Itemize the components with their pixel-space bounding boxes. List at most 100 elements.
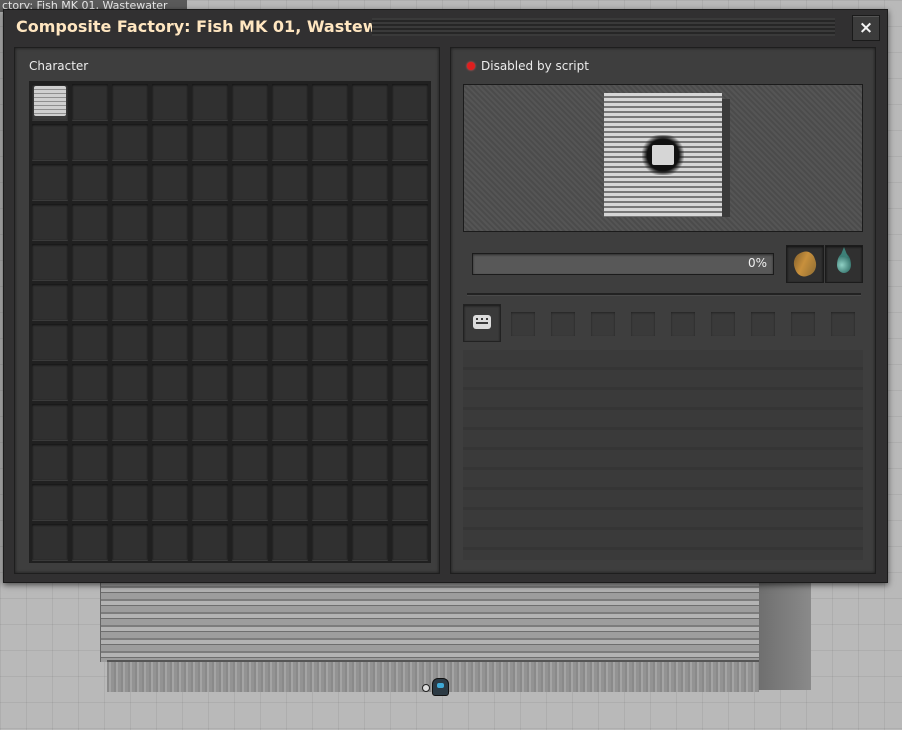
- empty-module-slot[interactable]: [831, 312, 855, 336]
- inventory-slot[interactable]: [32, 324, 68, 360]
- inventory-slot[interactable]: [392, 124, 428, 160]
- inventory-slot[interactable]: [392, 164, 428, 200]
- inventory-slot[interactable]: [192, 444, 228, 480]
- inventory-slot[interactable]: [392, 364, 428, 400]
- inventory-slot[interactable]: [112, 244, 148, 280]
- inventory-slot[interactable]: [352, 324, 388, 360]
- inventory-slot[interactable]: [352, 244, 388, 280]
- inventory-slot[interactable]: [312, 204, 348, 240]
- inventory-slot[interactable]: [112, 324, 148, 360]
- inventory-slot[interactable]: [272, 124, 308, 160]
- window-titlebar[interactable]: Composite Factory: Fish MK 01, Wastewate…: [4, 10, 887, 43]
- drag-handle[interactable]: [372, 18, 835, 36]
- inventory-slot[interactable]: [32, 404, 68, 440]
- inventory-slot[interactable]: [152, 524, 188, 560]
- inventory-slot[interactable]: [232, 204, 268, 240]
- inventory-slot[interactable]: [152, 324, 188, 360]
- inventory-slot[interactable]: [312, 364, 348, 400]
- empty-module-slot[interactable]: [551, 312, 575, 336]
- inventory-slot[interactable]: [72, 284, 108, 320]
- composite-factory-building[interactable]: [100, 580, 767, 662]
- inventory-slot[interactable]: [392, 524, 428, 560]
- inventory-slot[interactable]: [312, 124, 348, 160]
- inventory-slot[interactable]: [192, 284, 228, 320]
- inventory-slot[interactable]: [352, 524, 388, 560]
- inventory-slot[interactable]: [192, 524, 228, 560]
- inventory-slot[interactable]: [392, 404, 428, 440]
- inventory-slot[interactable]: [272, 404, 308, 440]
- output-slot-fish[interactable]: [786, 245, 824, 283]
- inventory-slot[interactable]: [272, 444, 308, 480]
- inventory-slot[interactable]: [192, 324, 228, 360]
- inventory-slot[interactable]: [232, 324, 268, 360]
- inventory-slot[interactable]: [352, 84, 388, 120]
- inventory-slot[interactable]: [192, 204, 228, 240]
- inventory-slot[interactable]: [152, 404, 188, 440]
- inventory-slot[interactable]: [312, 404, 348, 440]
- inventory-slot[interactable]: [112, 444, 148, 480]
- inventory-slot[interactable]: [112, 204, 148, 240]
- inventory-slot[interactable]: [232, 364, 268, 400]
- inventory-slot[interactable]: [272, 284, 308, 320]
- inventory-slot[interactable]: [232, 444, 268, 480]
- empty-module-slot[interactable]: [711, 312, 735, 336]
- inventory-slot[interactable]: [72, 484, 108, 520]
- empty-module-slot[interactable]: [631, 312, 655, 336]
- inventory-slot[interactable]: [72, 404, 108, 440]
- inventory-slot[interactable]: [152, 164, 188, 200]
- empty-module-slot[interactable]: [791, 312, 815, 336]
- inventory-slot[interactable]: [112, 164, 148, 200]
- inventory-slot[interactable]: [72, 524, 108, 560]
- inventory-slot[interactable]: [152, 204, 188, 240]
- output-slot-water[interactable]: [825, 245, 863, 283]
- inventory-slot[interactable]: [192, 244, 228, 280]
- inventory-slot[interactable]: [192, 164, 228, 200]
- inventory-slot[interactable]: [32, 444, 68, 480]
- inventory-slot[interactable]: [352, 164, 388, 200]
- inventory-slot[interactable]: [232, 164, 268, 200]
- inventory-slot[interactable]: [32, 484, 68, 520]
- empty-module-slot[interactable]: [751, 312, 775, 336]
- inventory-slot[interactable]: [312, 164, 348, 200]
- inventory-slot[interactable]: [392, 284, 428, 320]
- inventory-slot[interactable]: [152, 364, 188, 400]
- inventory-slot[interactable]: [272, 524, 308, 560]
- inventory-slot[interactable]: [112, 484, 148, 520]
- inventory-slot[interactable]: [112, 84, 148, 120]
- inventory-slot[interactable]: [312, 524, 348, 560]
- inventory-slot[interactable]: [272, 364, 308, 400]
- player-character-icon[interactable]: [432, 678, 449, 696]
- inventory-slot[interactable]: [112, 284, 148, 320]
- inventory-slot[interactable]: [192, 124, 228, 160]
- inventory-slot[interactable]: [272, 244, 308, 280]
- inventory-slot[interactable]: [232, 404, 268, 440]
- inventory-slot[interactable]: [352, 484, 388, 520]
- inventory-slot[interactable]: [352, 444, 388, 480]
- inventory-slot[interactable]: [192, 84, 228, 120]
- inventory-slot[interactable]: [32, 364, 68, 400]
- inventory-slot[interactable]: [152, 124, 188, 160]
- inventory-slot[interactable]: [32, 284, 68, 320]
- inventory-slot[interactable]: [232, 284, 268, 320]
- inventory-slot[interactable]: [352, 124, 388, 160]
- inventory-slot[interactable]: [72, 84, 108, 120]
- empty-module-slot[interactable]: [671, 312, 695, 336]
- inventory-slot[interactable]: [352, 284, 388, 320]
- inventory-slot[interactable]: [192, 404, 228, 440]
- inventory-slot[interactable]: [192, 484, 228, 520]
- module-slot[interactable]: [463, 304, 501, 342]
- inventory-slot[interactable]: [392, 324, 428, 360]
- inventory-slot[interactable]: [272, 164, 308, 200]
- inventory-slot[interactable]: [392, 84, 428, 120]
- inventory-slot[interactable]: [232, 124, 268, 160]
- inventory-slot[interactable]: [152, 444, 188, 480]
- inventory-slot[interactable]: [152, 84, 188, 120]
- inventory-slot[interactable]: [32, 124, 68, 160]
- inventory-slot[interactable]: [112, 364, 148, 400]
- inventory-slot[interactable]: [72, 164, 108, 200]
- inventory-slot[interactable]: [152, 244, 188, 280]
- inventory-slot[interactable]: [232, 244, 268, 280]
- inventory-slot[interactable]: [272, 324, 308, 360]
- inventory-slot[interactable]: [352, 404, 388, 440]
- inventory-slot[interactable]: [272, 204, 308, 240]
